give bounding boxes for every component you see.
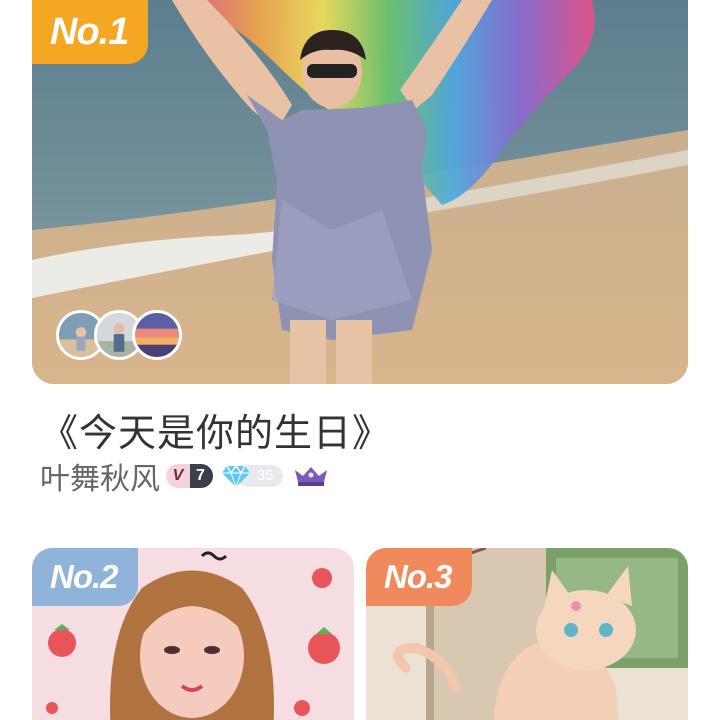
video-title[interactable]: 《今天是你的生日》	[40, 402, 391, 457]
video-card[interactable]: No.2	[32, 548, 354, 720]
author-row: 叶舞秋风 V 7 35	[40, 458, 329, 497]
rank-badge: No.3	[366, 548, 472, 606]
vip-level-badge: V 7	[166, 464, 213, 488]
sunset-avatar-icon	[132, 310, 182, 360]
diamond-icon	[221, 464, 250, 488]
participant-avatars	[56, 310, 186, 362]
crown-badge-icon	[293, 464, 329, 488]
video-card[interactable]: No.3	[366, 548, 688, 720]
rank-badge: No.2	[32, 548, 138, 606]
featured-video-card[interactable]: No.1	[32, 0, 688, 384]
rank-badge: No.1	[32, 0, 149, 64]
diamond-level-badge: 35	[221, 464, 283, 488]
author-name[interactable]: 叶舞秋风	[40, 454, 160, 498]
